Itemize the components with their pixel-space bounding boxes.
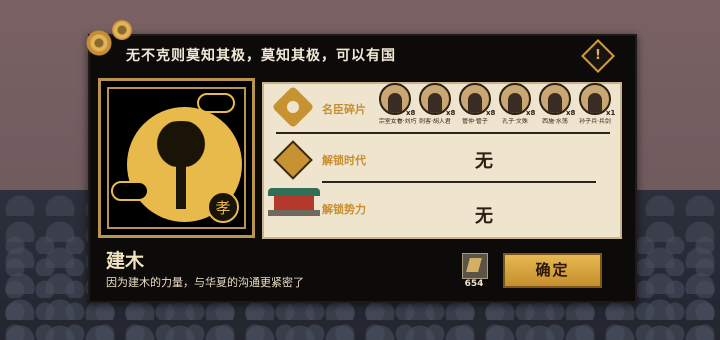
fragment-name: 西施·水荡: [542, 117, 568, 125]
fragment-name: 管仲·管子: [462, 117, 488, 125]
cloud-icon: [197, 93, 235, 113]
palace-roof: [268, 188, 320, 196]
artwork-frame: 孝: [107, 87, 246, 229]
tree-trunk: [176, 154, 186, 209]
fragment-name: 孙子兵·兵剑: [579, 117, 611, 125]
fragment-name: 孔子·文殊: [502, 117, 528, 125]
palace-gate-icon: [268, 188, 320, 216]
flower-ornament-icon: [86, 30, 112, 56]
resource-count: 654: [464, 279, 484, 289]
fragment-count: x8: [406, 109, 416, 117]
fragment-item[interactable]: x8 宗室女眷·刘巧: [376, 83, 417, 127]
palace-base: [268, 210, 320, 216]
jianmu-artwork: 孝: [98, 78, 255, 238]
fragment-name: 宗室女眷·刘巧: [378, 117, 417, 125]
fragments-label: 名臣碎片: [322, 103, 366, 116]
fragment-count: x8: [526, 109, 536, 117]
confirm-button[interactable]: 确定: [503, 253, 602, 288]
filial-seal: 孝: [207, 191, 239, 223]
flower-ornament-small-icon: [112, 20, 132, 40]
fragment-item[interactable]: x8 刺客·胡人君: [416, 83, 456, 127]
fragment-count: x8: [486, 109, 496, 117]
fragment-count: x1: [606, 109, 616, 117]
fragment-item[interactable]: x8 西施·水荡: [536, 83, 576, 127]
dialog-quote: 无不克则莫知其极，莫知其极，可以有国: [126, 48, 396, 64]
fragment-item[interactable]: x8 管仲·管子: [456, 83, 496, 127]
faction-label: 解锁势力: [322, 203, 366, 216]
era-label: 解锁时代: [322, 154, 366, 167]
palace-wall: [274, 196, 314, 210]
fragment-count: x8: [566, 109, 576, 117]
fragment-count: x8: [446, 109, 456, 117]
row-divider: [276, 132, 610, 134]
item-title: 建木: [106, 250, 145, 272]
cloud-icon: [111, 181, 149, 201]
era-value: 无: [475, 151, 493, 172]
scroll-icon: [462, 253, 488, 279]
faction-value: 无: [475, 206, 493, 227]
resource-counter[interactable]: 654: [459, 253, 489, 289]
info-icon: !: [595, 48, 601, 63]
item-description: 因为建木的力量，与华夏的沟通更紧密了: [106, 276, 304, 289]
fragment-item[interactable]: x1 孙子兵·兵剑: [576, 83, 616, 127]
row-divider: [322, 181, 596, 183]
fragment-name: 刺客·胡人君: [419, 117, 451, 125]
fragment-item[interactable]: x8 孔子·文殊: [496, 83, 536, 127]
